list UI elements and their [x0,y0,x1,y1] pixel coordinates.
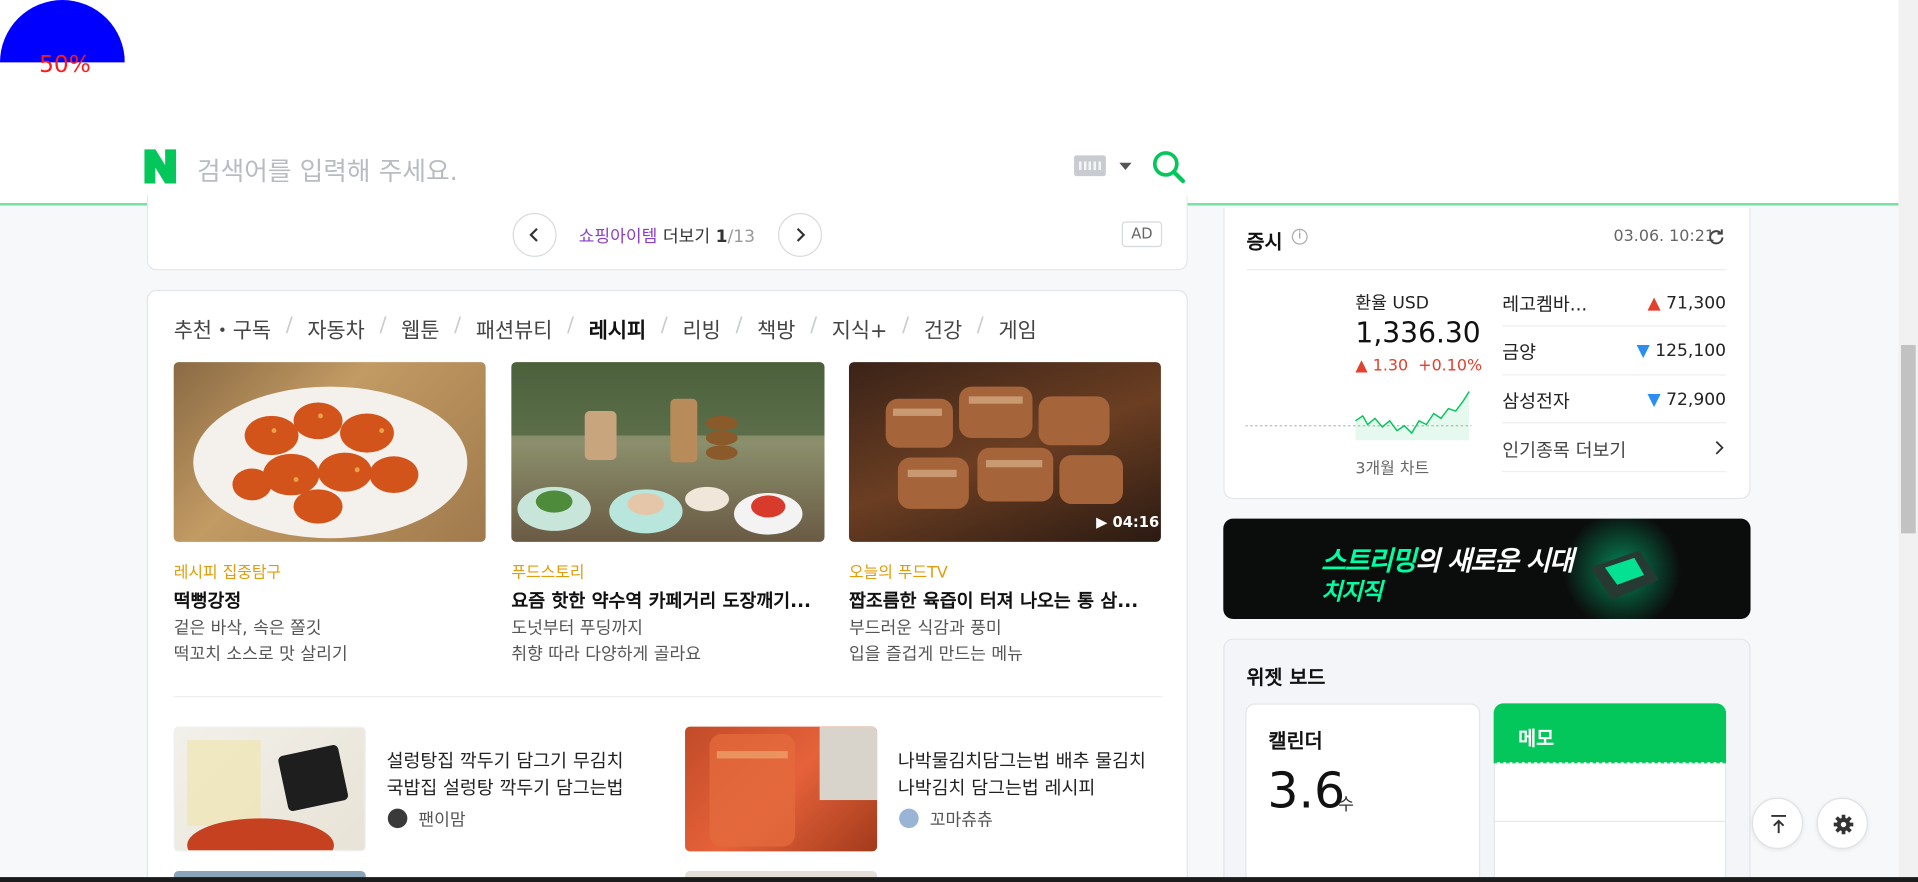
stock-time: 03.06. 10:21 [1613,227,1716,246]
fx-change: ▲ 1.30 +0.10% [1355,357,1483,376]
list-thumbnail[interactable] [685,726,878,852]
list-item-title[interactable]: 설렁탕집 깍두기 담그기 무김치 [387,747,624,774]
tab-knowledge[interactable]: 지식+ [832,313,888,343]
card-desc: 부드러운 식감과 풍미 [848,618,1002,639]
fx-value: 1,336.30 [1355,318,1481,350]
calendar-date: 3.6 [1267,763,1346,820]
popular-stocks-link[interactable]: 인기종목 더보기 [1502,437,1626,463]
ad-badge[interactable]: AD [1121,221,1163,248]
card-category[interactable]: 푸드스토리 [511,559,584,582]
scroll-top-icon [1771,814,1787,834]
video-duration: ▶ 04:16 [1096,513,1160,531]
stock-value-text: 72,900 [1666,390,1727,410]
pager-current: 1 [715,227,728,248]
divider [1502,470,1727,473]
search-icon[interactable] [1151,149,1186,184]
card-title[interactable]: 짭조름한 육즙이 터져 나오는 통 삼... [849,587,1161,613]
section-divider [173,696,1163,698]
stock-name[interactable]: 삼성전자 [1502,388,1570,414]
card-desc: 떡꼬치 소스로 맛 살리기 [173,644,348,665]
stock-value: ▲ 71,300 [1647,293,1727,314]
stock-value-text: 71,300 [1666,293,1727,314]
tab-recommend[interactable]: 추천・구독 [174,313,271,343]
window-edge [0,877,1918,882]
divider [1502,422,1727,424]
refresh-icon[interactable] [1707,228,1727,248]
fx-change-amount: 1.30 [1372,357,1409,376]
card-category[interactable]: 오늘의 푸드TV [849,559,948,582]
stock-value: ▼ 125,100 [1636,341,1727,361]
fx-chart-label[interactable]: 3개월 차트 [1355,455,1429,478]
avatar [387,808,408,829]
tab-books[interactable]: 책방 [757,313,795,343]
card-desc: 입을 즐겁게 만드는 메뉴 [848,644,1023,665]
card-desc: 취향 따라 다양하게 골라요 [511,644,701,665]
stock-value: ▼ 72,900 [1647,390,1727,410]
pager-total: /13 [727,227,756,248]
card-desc: 도넛부터 푸딩까지 [511,618,643,639]
card-category[interactable]: 레시피 집중탐구 [174,559,281,582]
memo-title[interactable]: 메모 [1518,722,1554,751]
chevron-left-icon [529,227,538,242]
widget-title: 위젯 보드 [1246,665,1326,689]
banner-rest: 의 새로운 시대 [1415,546,1574,578]
naver-n-logo-icon[interactable] [144,149,177,184]
cafe-thumbnail[interactable] [511,362,825,542]
gauge-label: 50% [39,51,91,79]
divider [1502,374,1727,376]
settings-button[interactable] [1816,797,1868,849]
card-title[interactable]: 떡뻥강정 [174,587,486,613]
tab-webtoon[interactable]: 웹툰 [401,313,439,343]
list-thumbnail[interactable] [173,726,366,852]
memo-rule [1493,820,1727,823]
tab-recipe[interactable]: 레시피 [589,313,646,343]
list-item-title[interactable]: 나박물김치담그는법 배추 물김치 [898,747,1146,774]
divider [1246,269,1727,271]
duration-text: 04:16 [1112,513,1160,531]
browser-viewport: 50% 검색어를 입력해 주세요. 쇼핑아이템 더보기 1/13 AD 추천・구… [0,0,1918,882]
memo-rule [1493,762,1727,764]
list-item-author[interactable]: 꼬마츄츄 [930,807,993,831]
scrollbar-thumb[interactable] [1901,344,1916,534]
divider [1502,325,1727,327]
calendar-title[interactable]: 캘린더 [1269,724,1323,753]
avatar [899,808,919,829]
search-input[interactable]: 검색어를 입력해 주세요. [197,152,458,189]
list-item-title[interactable]: 나박김치 담그는법 레시피 [898,774,1095,801]
theme-tabs: 추천・구독 / 자동차 / 웹툰 / 패션뷰티 / 레시피 / 리빙 / 책방 / 지식+ / … [173,313,1037,344]
info-icon[interactable]: i [1291,228,1308,245]
recipe-thumbnail[interactable] [173,362,486,542]
list-item-title[interactable]: 국밥집 설렁탕 깍두기 담그는법 [387,774,624,801]
tab-fashion[interactable]: 패션뷰티 [476,313,553,343]
prev-button[interactable] [512,212,557,257]
chevron-right-icon[interactable] [1714,440,1726,455]
stock-value-text: 125,100 [1655,341,1727,361]
fx-sparkline[interactable] [1245,384,1472,441]
chevron-right-icon [796,227,806,242]
fx-change-pct: +0.10% [1418,357,1483,376]
tab-health[interactable]: 건강 [924,313,962,343]
fx-label[interactable]: 환율 USD [1355,290,1429,314]
gear-icon [1833,814,1854,835]
banner-brand: 치지직 [1321,578,1383,606]
card-desc: 겉은 바삭, 속은 쫄깃 [173,618,322,639]
shopping-pager-label[interactable]: 쇼핑아이템 더보기 1/13 [579,224,755,248]
shopping-more: 더보기 [657,227,716,248]
stock-title[interactable]: 증시 [1247,225,1283,254]
stock-name[interactable]: 레고켐바... [1502,291,1587,317]
tab-game[interactable]: 게임 [998,313,1036,343]
tab-living[interactable]: 리빙 [683,313,721,343]
keyboard-icon[interactable] [1074,155,1106,177]
next-button[interactable] [778,212,823,257]
shopping-highlight: 쇼핑아이템 [578,227,658,248]
caret-down-icon[interactable] [1119,162,1132,171]
calendar-weekday: 수 [1338,795,1355,815]
scroll-top-button[interactable] [1751,797,1804,849]
stock-name[interactable]: 금양 [1502,339,1536,365]
card-title[interactable]: 요즘 핫한 약수역 카페거리 도장깨기... [511,587,824,613]
list-item-author[interactable]: 팬이맘 [418,807,465,831]
tab-car[interactable]: 자동차 [307,313,364,343]
